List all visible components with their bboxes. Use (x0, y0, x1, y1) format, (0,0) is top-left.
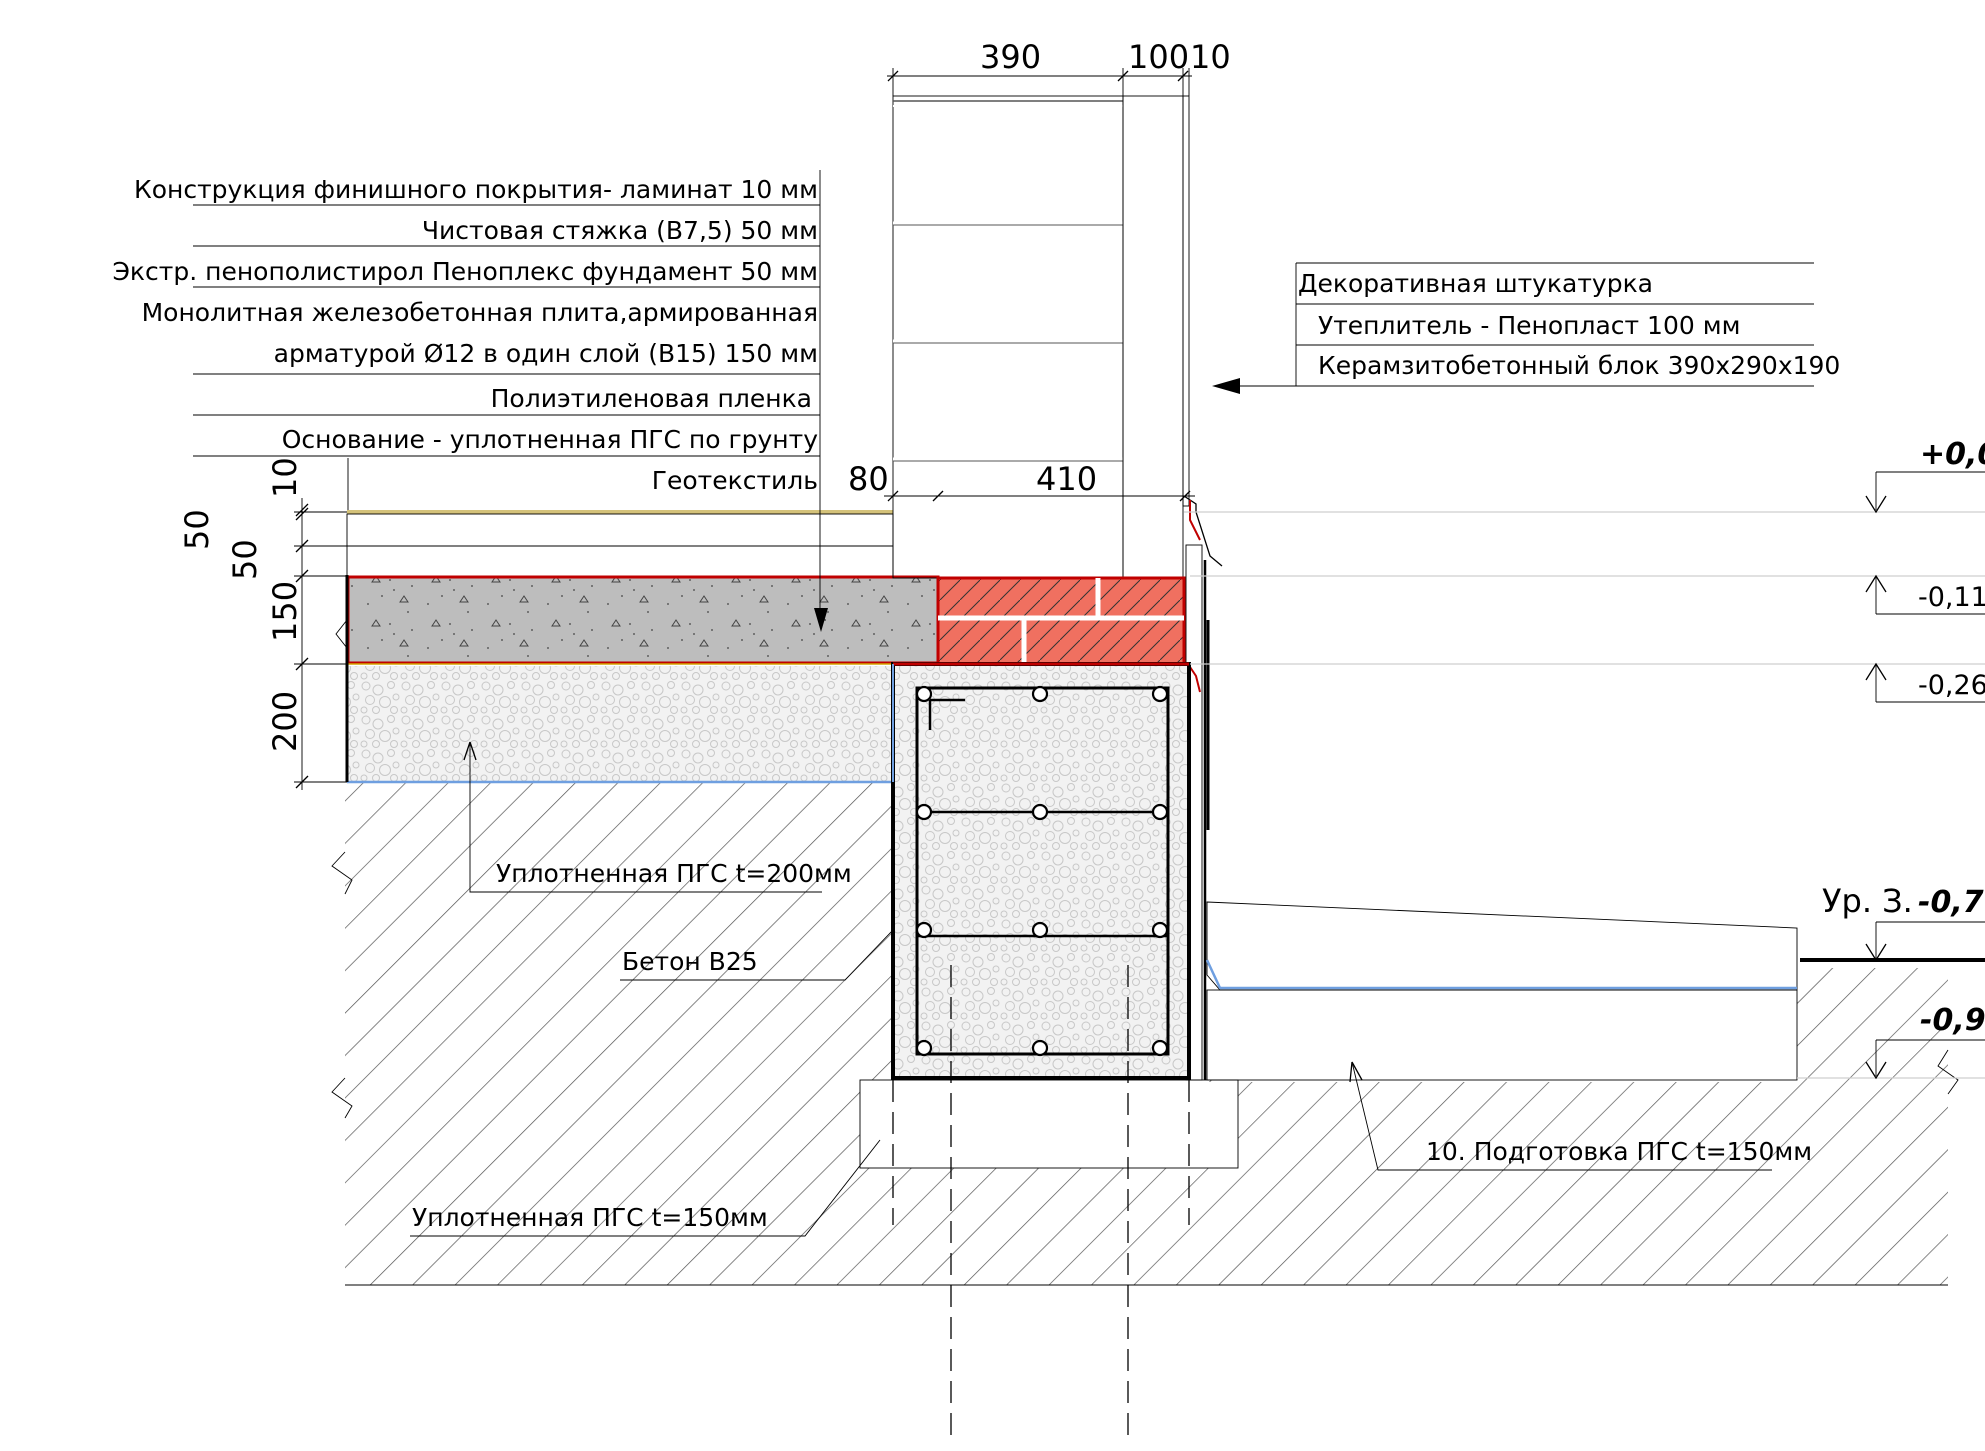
blind-area (1206, 901, 1798, 991)
dim-v150: 150 (266, 581, 304, 642)
brick-plinth (936, 576, 1186, 666)
level-0: +0,00 (1920, 437, 1985, 472)
level-110: -0,110 (1918, 582, 1985, 613)
plaster-layer (1182, 95, 1190, 507)
floor-layer-1: Конструкция финишного покрытия- ламинат … (134, 175, 818, 204)
wall-layer-1: Декоративная штукатурка (1298, 269, 1653, 298)
dim-v50a: 50 (178, 509, 216, 550)
floor-layer-7: Геотекстиль (652, 466, 818, 495)
dim-390: 390 (980, 38, 1041, 76)
callout-concrete: Бетон В25 (622, 947, 758, 976)
level-260: -0,260 (1918, 670, 1985, 701)
foundation-strip (893, 664, 1189, 1078)
insulation-layer (1122, 95, 1184, 579)
floor-layer-4b: арматурой Ø12 в один слой (В15) 150 мм (274, 339, 818, 368)
foundation-section-drawing: 390 100 10 80 410 10 50 50 150 200 Конст… (112, 38, 1985, 1445)
dim-v50b: 50 (226, 539, 264, 580)
dim-410: 410 (1036, 460, 1097, 498)
wall-layer-3: Керамзитобетонный блок 390х290х190 (1318, 351, 1840, 380)
level-mark-ground (1865, 921, 1985, 962)
level-ground-prefix: Ур. З. (1822, 882, 1913, 920)
slab-layer (346, 575, 940, 665)
screed-layer (346, 513, 894, 547)
callout-compacted-200: Уплотненная ПГС t=200мм (496, 859, 852, 888)
wall-layer-2: Утеплитель - Пенопласт 100 мм (1318, 311, 1740, 340)
break-mark (335, 619, 348, 649)
dim-10: 10 (1190, 38, 1231, 76)
level-mark-0 (1865, 471, 1985, 514)
gravel-bed (347, 666, 893, 782)
dim-v200: 200 (266, 691, 304, 752)
laminate-layer (347, 510, 893, 514)
floor-layer-6: Основание - уплотненная ПГС по грунту (282, 425, 818, 454)
callout-compacted-150: Уплотненная ПГС t=150мм (412, 1203, 768, 1232)
floor-layer-4a: Монолитная железобетонная плита,армирова… (142, 298, 818, 327)
xps-layer (346, 545, 894, 577)
callout-prep-150: 10. Подготовка ПГС t=150мм (1426, 1137, 1812, 1166)
floor-layer-2: Чистовая стяжка (В7,5) 50 мм (422, 216, 818, 245)
dim-100: 100 (1128, 38, 1189, 76)
dim-v10: 10 (266, 457, 304, 498)
floor-layer-5: Полиэтиленовая пленка (491, 384, 812, 413)
foundation-base-gravel (859, 1079, 1239, 1169)
level-90: -0,90 (1920, 1003, 1985, 1038)
floor-layer-3: Экстр. пенополистирол Пеноплекс фундамен… (112, 257, 818, 286)
block-wall (892, 95, 1124, 579)
wall-legend-arrow (1212, 378, 1240, 394)
prep-gravel (1206, 989, 1798, 1081)
level-ground: -0,76 (1918, 885, 1985, 920)
dim-80: 80 (848, 460, 889, 498)
